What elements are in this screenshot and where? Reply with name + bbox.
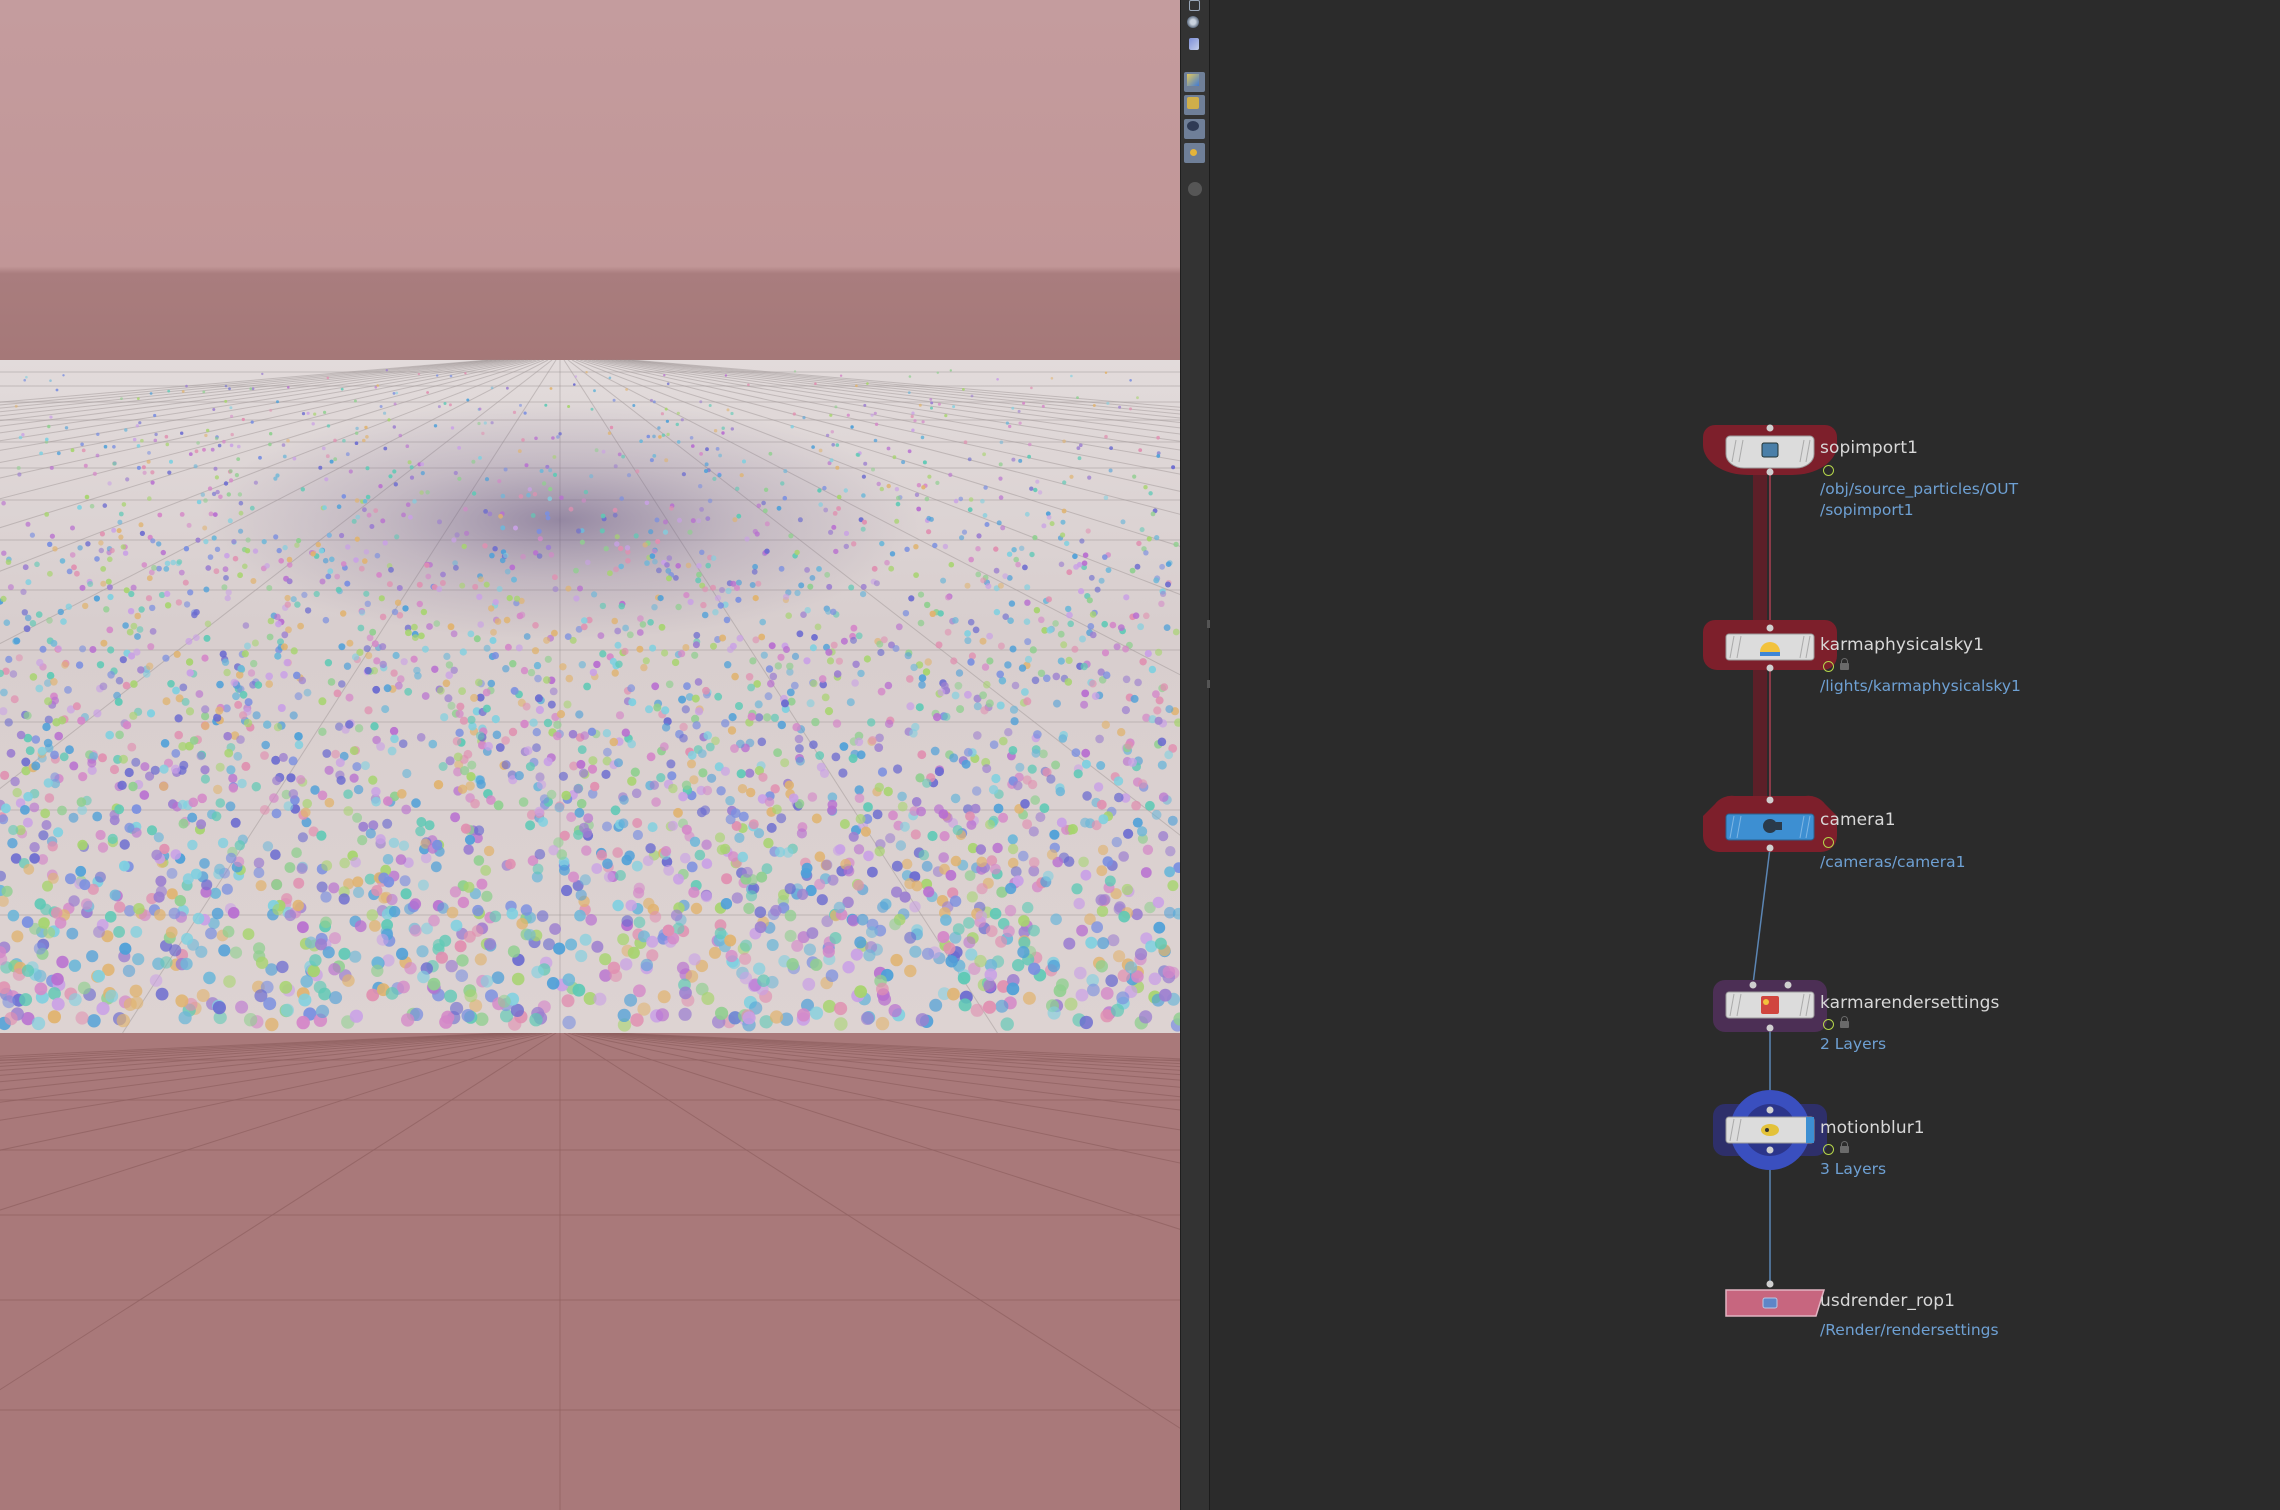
node-flags-karmaphysicalsky1: [1823, 658, 1863, 673]
pane-divider-handle[interactable]: [1207, 620, 1210, 628]
ghost-geometry-icon[interactable]: [1184, 72, 1205, 92]
light-tool-icon[interactable]: [1184, 36, 1205, 56]
node-label-camera1: camera1: [1820, 810, 1896, 830]
node-karmarendersettings[interactable]: [1713, 980, 1827, 1032]
sopimport-icon: [1761, 442, 1779, 458]
node-camera1[interactable]: [1703, 795, 1837, 852]
node-label-usdrender_rop1: usdrender_rop1: [1820, 1291, 1956, 1311]
display-flag-icon[interactable]: [1823, 1019, 1834, 1030]
node-motionblur1[interactable]: [1713, 1090, 1827, 1170]
node-label-karmaphysicalsky1: karmaphysicalsky1: [1820, 635, 1984, 655]
camera-icon: [1763, 819, 1777, 833]
background-icon[interactable]: [1184, 119, 1205, 139]
node-info-karmarendersettings: 2 Layers: [1820, 1035, 1887, 1053]
lock-icon[interactable]: [1840, 658, 1849, 670]
lock-icon[interactable]: [1840, 1016, 1849, 1028]
node-path-karmaphysicalsky1: /lights/karmaphysicalsky1: [1820, 677, 2021, 695]
display-flag-icon[interactable]: [1823, 837, 1834, 848]
motionblur-icon: [1761, 1124, 1779, 1136]
display-flag-icon[interactable]: [1823, 465, 1834, 476]
node-path-sopimport1-b: /sopimport1: [1820, 501, 1914, 519]
rop-icon: [1762, 1297, 1778, 1309]
node-path-camera1: /cameras/camera1: [1820, 853, 1966, 871]
camera-menu-icon[interactable]: [1184, 14, 1205, 34]
wire-camera-to-rendersettings: [1752, 847, 1771, 985]
node-label-motionblur1: motionblur1: [1820, 1118, 1925, 1138]
lock-icon[interactable]: [1840, 1141, 1849, 1153]
node-label-sopimport1: sopimport1: [1820, 438, 1918, 458]
render-settings-icon: [1761, 996, 1779, 1014]
render-region-icon[interactable]: [1184, 143, 1205, 163]
node-usdrender_rop1[interactable]: [1725, 1280, 1826, 1317]
snapshot-icon[interactable]: [1188, 182, 1202, 196]
scene-viewport[interactable]: [0, 0, 1180, 1510]
display-options-icon[interactable]: [1184, 0, 1205, 14]
node-path-sopimport1-a: /obj/source_particles/OUT: [1820, 480, 2019, 498]
node-karmaphysicalsky1[interactable]: [1703, 620, 1837, 672]
node-sopimport1[interactable]: [1703, 424, 1837, 476]
node-info-motionblur1: 3 Layers: [1820, 1160, 1887, 1178]
node-label-karmarendersettings: karmarendersettings: [1820, 993, 2000, 1013]
network-editor[interactable]: sopimport1 /obj/source_particles/OUT /so…: [1207, 0, 2280, 1510]
network-wires: [1703, 424, 1837, 1317]
node-flags-camera1: [1823, 837, 1863, 849]
viewport-canvas[interactable]: [0, 0, 1180, 1510]
node-flags-karmarendersettings: [1823, 1016, 1863, 1031]
viewport-side-toolbar: [1180, 0, 1211, 1510]
sky-background: [0, 0, 1180, 360]
pane-divider-handle[interactable]: [1207, 680, 1210, 688]
node-path-usdrender_rop1: /Render/rendersettings: [1820, 1321, 1999, 1339]
display-flag-icon[interactable]: [1823, 661, 1834, 672]
node-flags-motionblur1: [1823, 1141, 1863, 1156]
particle-cluster-shadow: [200, 400, 920, 640]
display-flag-icon[interactable]: [1823, 1144, 1834, 1155]
node-flags-sopimport1: [1823, 465, 1863, 477]
shading-icon[interactable]: [1184, 95, 1205, 115]
